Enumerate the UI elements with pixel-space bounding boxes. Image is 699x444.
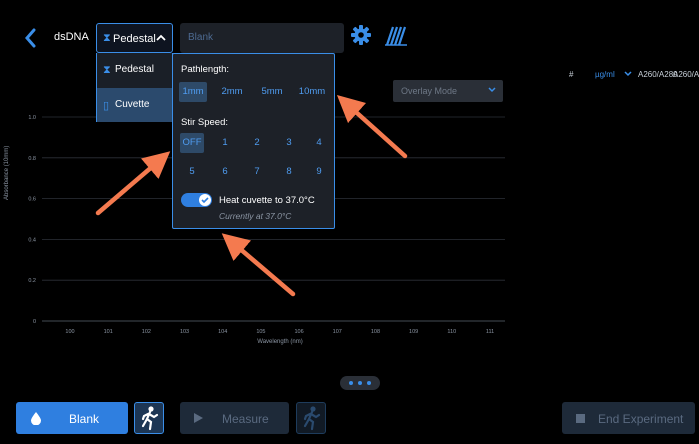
back-button[interactable] <box>22 27 40 49</box>
mode-option-pedestal[interactable]: ⧗ Pedestal <box>97 53 173 87</box>
settings-gear-button[interactable] <box>350 24 372 46</box>
results-col-hash: # <box>569 70 574 79</box>
x-tick-label: 101 <box>104 329 113 335</box>
page-dot <box>367 381 371 385</box>
walking-person-icon <box>141 406 159 431</box>
blank-name-placeholder: Blank <box>188 32 214 43</box>
mode-option-cuvette[interactable]: ▯ Cuvette <box>97 88 173 122</box>
stir-option-3[interactable]: 3 <box>277 133 301 153</box>
walking-person-icon <box>303 406 321 431</box>
stir-option-2[interactable]: 2 <box>245 133 269 153</box>
y-tick-label: 0 <box>33 319 36 325</box>
x-tick-label: 107 <box>333 329 342 335</box>
chart-x-axis-label: Wavelength (nm) <box>257 339 302 345</box>
mode-option-label: Pedestal <box>115 64 154 75</box>
stir-option-1[interactable]: 1 <box>213 133 237 153</box>
y-tick-label: 1.0 <box>28 115 36 121</box>
play-icon <box>194 413 203 423</box>
stir-option-7[interactable]: 7 <box>245 162 269 182</box>
pathlength-option-1mm[interactable]: 1mm <box>179 82 207 102</box>
stir-option-off[interactable]: OFF <box>180 133 204 153</box>
stir-speed-heading: Stir Speed: <box>181 117 228 128</box>
mode-dropdown[interactable]: ⧗ Pedestal <box>96 23 173 53</box>
page-dot <box>349 381 353 385</box>
x-tick-label: 109 <box>409 329 418 335</box>
cuvette-settings-popup: Pathlength: 1mm 2mm 5mm 10mm Stir Speed:… <box>172 53 335 229</box>
stop-icon <box>576 414 585 423</box>
measure-button[interactable]: Measure <box>180 402 289 434</box>
x-tick-label: 103 <box>180 329 189 335</box>
stir-option-8[interactable]: 8 <box>277 162 301 182</box>
stir-option-6[interactable]: 6 <box>213 162 237 182</box>
y-tick-label: 0.8 <box>28 156 36 162</box>
overlay-mode-dropdown[interactable]: Overlay Mode <box>393 80 503 102</box>
x-tick-label: 108 <box>371 329 380 335</box>
page-dot <box>358 381 362 385</box>
blank-button[interactable]: Blank <box>16 402 128 434</box>
chart-y-axis-label: Absorbance (10mm) <box>4 145 10 200</box>
auto-measure-button[interactable] <box>296 402 326 434</box>
pedestal-icon: ⧗ <box>103 64 111 76</box>
unit-selector[interactable]: µg/ml <box>595 70 615 79</box>
gear-icon <box>351 25 371 45</box>
page-indicator[interactable] <box>340 376 380 390</box>
x-tick-label: 110 <box>447 329 456 335</box>
x-tick-label: 111 <box>486 329 494 335</box>
y-tick-label: 0.2 <box>28 278 36 284</box>
toggle-knob <box>199 194 211 206</box>
stir-option-4[interactable]: 4 <box>307 133 331 153</box>
checkmark-icon <box>201 197 209 204</box>
stir-option-9[interactable]: 9 <box>307 162 331 182</box>
x-tick-label: 105 <box>256 329 265 335</box>
stir-option-5[interactable]: 5 <box>180 162 204 182</box>
mode-option-label: Cuvette <box>115 99 150 110</box>
heat-cuvette-label: Heat cuvette to 37.0°C <box>219 195 315 206</box>
heat-cuvette-toggle[interactable] <box>181 193 212 207</box>
sample-type-label: dsDNA <box>54 31 89 43</box>
x-tick-label: 100 <box>65 329 74 335</box>
chevron-down-icon <box>488 87 496 93</box>
droplet-icon <box>31 412 41 425</box>
blank-name-input[interactable]: Blank <box>180 23 344 53</box>
chevron-down-icon[interactable] <box>623 69 633 79</box>
x-tick-label: 104 <box>218 329 227 335</box>
x-tick-label: 102 <box>142 329 151 335</box>
x-tick-label: 106 <box>294 329 303 335</box>
chevron-up-icon <box>156 34 166 41</box>
slanted-bars-icon <box>385 26 407 46</box>
mode-dropdown-label: Pedestal <box>113 33 156 45</box>
y-tick-label: 0.6 <box>28 197 36 203</box>
pathlength-heading: Pathlength: <box>181 64 230 75</box>
pedestal-icon: ⧗ <box>103 32 111 44</box>
pathlength-option-10mm[interactable]: 10mm <box>295 82 329 102</box>
blank-button-label: Blank <box>69 412 100 426</box>
mode-dropdown-menu: ⧗ Pedestal ▯ Cuvette <box>96 53 173 122</box>
end-experiment-label: End Experiment <box>598 412 684 426</box>
current-temperature-text: Currently at 37.0°C <box>219 211 292 221</box>
y-tick-label: 0.4 <box>28 237 36 243</box>
results-col-a260-a230: A260/A230 <box>673 70 699 79</box>
measure-button-label: Measure <box>222 412 269 426</box>
pathlength-option-5mm[interactable]: 5mm <box>257 82 287 102</box>
cuvette-icon: ▯ <box>103 100 110 112</box>
spectrum-view-button[interactable] <box>381 25 409 47</box>
pathlength-option-2mm[interactable]: 2mm <box>217 82 247 102</box>
overlay-mode-label: Overlay Mode <box>401 86 458 96</box>
auto-blank-button[interactable] <box>134 402 164 434</box>
results-col-a260-a280: A260/A280 <box>638 70 678 79</box>
end-experiment-button[interactable]: End Experiment <box>562 402 695 434</box>
chevron-left-icon <box>25 28 36 48</box>
